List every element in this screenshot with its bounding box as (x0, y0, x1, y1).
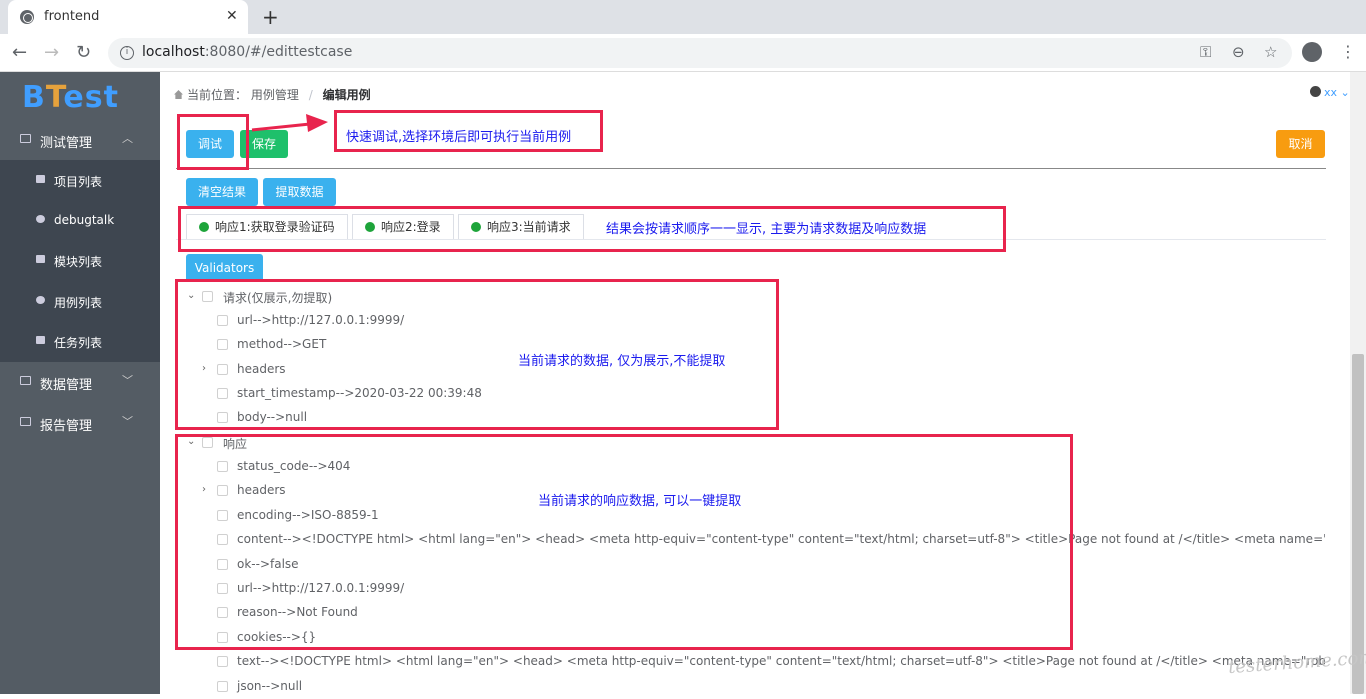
home-icon (174, 90, 183, 99)
annotation-box-debug (177, 114, 249, 170)
chevron-up-icon: ︿ (122, 132, 133, 145)
monitor-icon (20, 134, 31, 143)
menu-group-report-manage[interactable]: 报告管理 ﹀ (0, 403, 160, 443)
user-menu[interactable]: xx ⌄ (1310, 86, 1350, 99)
tree-node[interactable]: text--><!DOCTYPE html> <html lang="en"> … (160, 650, 1325, 674)
annotation-response: 当前请求的响应数据, 可以一键提取 (538, 494, 742, 509)
sidebar-item-debugtalk[interactable]: debugtalk (0, 200, 160, 240)
scrollbar[interactable] (1350, 72, 1366, 694)
back-icon[interactable]: ← (12, 42, 27, 63)
extract-data-button[interactable]: 提取数据 (263, 178, 336, 206)
more-vert-icon[interactable]: ⋮ (1340, 42, 1356, 61)
globe-icon (20, 10, 34, 24)
sidebar-item-project-list[interactable]: 项目列表 (0, 160, 160, 200)
main-content: 当前位置： 用例管理 / 编辑用例 xx ⌄ 调试 保存 取消 清空结果 提取数… (160, 72, 1350, 694)
disc-icon (36, 215, 45, 223)
address-bar: ← → ↻ i localhost:8080/#/edittestcase ⚿ … (0, 34, 1366, 72)
grid-icon (36, 255, 45, 263)
url-input[interactable]: i localhost:8080/#/edittestcase ⚿ ⊖ ☆ (108, 38, 1292, 68)
sidebar-item-task-list[interactable]: 任务列表 (0, 321, 160, 361)
reload-icon[interactable]: ↻ (76, 42, 91, 63)
checkbox[interactable] (217, 681, 228, 692)
new-tab-icon[interactable]: + (262, 5, 279, 29)
sidebar-item-case-list[interactable]: 用例列表 (0, 281, 160, 321)
key-icon[interactable]: ⚿ (1200, 43, 1211, 61)
cancel-button[interactable]: 取消 (1276, 130, 1325, 158)
divider (176, 168, 1326, 169)
chevron-down-icon: ﹀ (122, 374, 133, 387)
page-title: 编辑用例 (322, 88, 371, 102)
annotation-request: 当前请求的数据, 仅为展示,不能提取 (518, 354, 726, 369)
scrollbar-thumb[interactable] (1352, 354, 1364, 694)
info-icon[interactable]: i (120, 46, 134, 60)
tab-title: frontend (44, 9, 100, 24)
sidebar-item-module-list[interactable]: 模块列表 (0, 240, 160, 280)
url-host: localhost (142, 44, 205, 60)
user-icon (1310, 86, 1321, 97)
calendar-icon (36, 336, 45, 344)
chart-icon (20, 417, 31, 426)
forward-icon[interactable]: → (44, 42, 59, 63)
menu-group-data-manage[interactable]: 数据管理 ﹀ (0, 362, 160, 402)
zoom-icon[interactable]: ⊖ (1232, 43, 1245, 61)
profile-icon[interactable] (1302, 42, 1322, 62)
validators-button[interactable]: Validators (186, 254, 263, 282)
annotation-tabs: 结果会按请求顺序一一显示, 主要为请求数据及响应数据 (606, 222, 927, 237)
url-path: :8080/#/edittestcase (204, 44, 353, 60)
annotation-debug: 快速调试,选择环境后即可执行当前用例 (346, 130, 572, 145)
checkbox[interactable] (217, 656, 228, 667)
browser-tab-bar: frontend ✕ + (0, 0, 1366, 34)
breadcrumb-parent[interactable]: 用例管理 (251, 88, 299, 102)
browser-tab[interactable]: frontend ✕ (8, 0, 248, 34)
breadcrumb: 当前位置： 用例管理 / 编辑用例 (174, 86, 371, 103)
chevron-down-icon: ﹀ (122, 415, 133, 428)
bug-icon (36, 296, 45, 304)
logo: BTest (22, 80, 119, 115)
folder-icon (36, 175, 45, 183)
clear-results-button[interactable]: 清空结果 (186, 178, 258, 206)
tree-node[interactable]: json-->null (160, 675, 1325, 699)
menu-group-test-manage[interactable]: 测试管理 ︿ (0, 120, 160, 160)
star-icon[interactable]: ☆ (1264, 43, 1277, 61)
submenu: 项目列表 debugtalk 模块列表 用例列表 任务列表 (0, 160, 160, 362)
sidebar: BTest 测试管理 ︿ 项目列表 debugtalk 模块列表 用例列表 任务… (0, 72, 160, 694)
layers-icon (20, 376, 31, 385)
annotation-box-response (175, 434, 1073, 650)
close-icon[interactable]: ✕ (226, 8, 238, 24)
